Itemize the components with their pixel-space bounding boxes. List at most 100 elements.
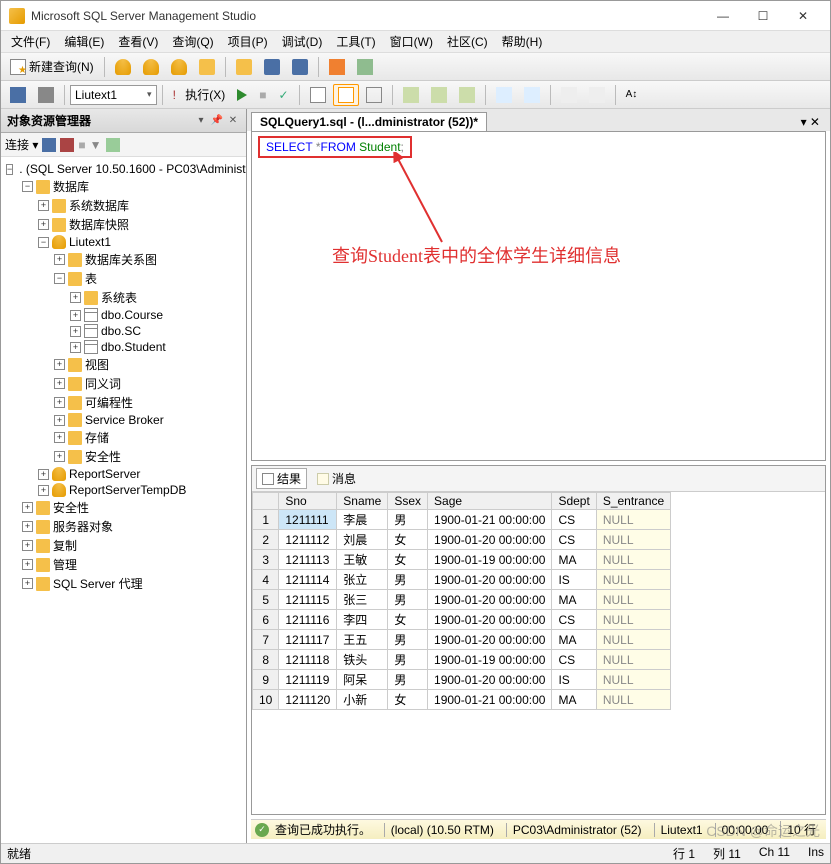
tb-save[interactable] [259, 56, 285, 78]
column-header[interactable]: S_entrance [596, 493, 670, 510]
table-row[interactable]: 101211120小新女1900-01-21 00:00:00MANULL [253, 690, 671, 710]
cell[interactable]: MA [552, 550, 596, 570]
cell[interactable]: 1211113 [279, 550, 337, 570]
tree-security-db[interactable]: +安全性 [3, 447, 244, 466]
connect-icon[interactable] [42, 138, 56, 152]
tb-btn3[interactable] [166, 56, 192, 78]
expand-icon[interactable]: + [54, 451, 65, 462]
table-row[interactable]: 41211114张立男1900-01-20 00:00:00ISNULL [253, 570, 671, 590]
expand-icon[interactable]: − [54, 273, 65, 284]
expand-icon[interactable]: + [54, 432, 65, 443]
expand-icon[interactable]: + [22, 521, 33, 532]
cell[interactable]: 阿呆 [337, 670, 388, 690]
tree-replication[interactable]: +复制 [3, 536, 244, 555]
cell[interactable]: 王敏 [337, 550, 388, 570]
minimize-button[interactable]: — [704, 5, 742, 27]
cell[interactable]: 1211119 [279, 670, 337, 690]
tb-specify[interactable]: A↕ [621, 84, 643, 106]
cell[interactable]: NULL [596, 530, 670, 550]
tree-db-snapshot[interactable]: +数据库快照 [3, 215, 244, 234]
tb-outdent[interactable] [584, 84, 610, 106]
expand-icon[interactable]: + [22, 540, 33, 551]
tree-server-objects[interactable]: +服务器对象 [3, 517, 244, 536]
menu-item[interactable]: 窗口(W) [384, 31, 439, 52]
tb-text[interactable] [333, 84, 359, 106]
expand-icon[interactable]: + [38, 219, 49, 230]
tree-views[interactable]: +视图 [3, 355, 244, 374]
expand-icon[interactable]: + [38, 485, 49, 496]
tree-table-sc[interactable]: +dbo.SC [3, 323, 244, 339]
cell[interactable]: NULL [596, 650, 670, 670]
cell[interactable]: 1900-01-19 00:00:00 [428, 650, 552, 670]
expand-icon[interactable]: − [6, 164, 13, 175]
cell[interactable]: 刘晨 [337, 530, 388, 550]
cell[interactable]: 男 [388, 590, 428, 610]
cell[interactable]: MA [552, 690, 596, 710]
cell[interactable]: MA [552, 590, 596, 610]
cell[interactable]: 男 [388, 630, 428, 650]
cell[interactable]: IS [552, 570, 596, 590]
tree-report-server-temp[interactable]: +ReportServerTempDB [3, 482, 244, 498]
tree-storage[interactable]: +存储 [3, 428, 244, 447]
table-row[interactable]: 21211112刘晨女1900-01-20 00:00:00CSNULL [253, 530, 671, 550]
new-query-button[interactable]: 新建查询(N) [5, 55, 99, 78]
cell[interactable]: MA [552, 630, 596, 650]
cell[interactable]: 小新 [337, 690, 388, 710]
debug-button[interactable] [232, 84, 252, 106]
menu-item[interactable]: 文件(F) [5, 31, 56, 52]
cell[interactable]: IS [552, 670, 596, 690]
menu-item[interactable]: 帮助(H) [496, 31, 549, 52]
tree-system-tables[interactable]: +系统表 [3, 288, 244, 307]
cell[interactable]: 张立 [337, 570, 388, 590]
cell[interactable]: 1211112 [279, 530, 337, 550]
expand-icon[interactable]: + [70, 342, 81, 353]
cell[interactable]: 1900-01-20 00:00:00 [428, 570, 552, 590]
tb-comment[interactable] [491, 84, 517, 106]
tree-programmability[interactable]: +可编程性 [3, 393, 244, 412]
tree-databases[interactable]: −数据库 [3, 177, 244, 196]
expand-icon[interactable]: − [38, 237, 49, 248]
tree-service-broker[interactable]: +Service Broker [3, 412, 244, 428]
cell[interactable]: 1900-01-20 00:00:00 [428, 610, 552, 630]
cell[interactable]: NULL [596, 690, 670, 710]
tree-report-server[interactable]: +ReportServer [3, 466, 244, 482]
expand-icon[interactable]: + [22, 502, 33, 513]
document-tab[interactable]: SQLQuery1.sql - (l...dministrator (52))* [251, 112, 487, 131]
menu-item[interactable]: 社区(C) [441, 31, 494, 52]
tb-stats[interactable] [426, 84, 452, 106]
cell[interactable]: 女 [388, 690, 428, 710]
cell[interactable]: 1900-01-20 00:00:00 [428, 530, 552, 550]
tb-change-conn[interactable] [33, 84, 59, 106]
expand-icon[interactable]: + [54, 359, 65, 370]
cell[interactable]: 1211115 [279, 590, 337, 610]
cell[interactable]: NULL [596, 610, 670, 630]
cell[interactable]: 铁头 [337, 650, 388, 670]
cell[interactable]: 1900-01-21 00:00:00 [428, 510, 552, 530]
parse-button[interactable]: ✓ [274, 84, 294, 106]
column-header[interactable]: Sno [279, 493, 337, 510]
cell[interactable]: 1211118 [279, 650, 337, 670]
expand-icon[interactable]: + [70, 326, 81, 337]
database-combo[interactable]: Liutext1 [70, 85, 157, 105]
execute-button[interactable]: ! 执行(X) [168, 83, 231, 106]
column-header[interactable]: Sdept [552, 493, 596, 510]
tb-btn4[interactable] [194, 56, 220, 78]
menu-item[interactable]: 查询(Q) [166, 31, 219, 52]
maximize-button[interactable]: ☐ [744, 5, 782, 27]
cell[interactable]: 1900-01-19 00:00:00 [428, 550, 552, 570]
tb-reglist[interactable] [352, 56, 378, 78]
expand-icon[interactable]: + [38, 200, 49, 211]
column-header[interactable]: Sage [428, 493, 552, 510]
object-tree[interactable]: −. (SQL Server 10.50.1600 - PC03\Adminis… [1, 157, 246, 843]
table-row[interactable]: 61211116李四女1900-01-20 00:00:00CSNULL [253, 610, 671, 630]
cell[interactable]: 女 [388, 550, 428, 570]
table-row[interactable]: 51211115张三男1900-01-20 00:00:00MANULL [253, 590, 671, 610]
cell[interactable]: CS [552, 530, 596, 550]
panel-dropdown[interactable]: ▾ [194, 115, 208, 127]
cell[interactable]: 李四 [337, 610, 388, 630]
expand-icon[interactable]: + [54, 397, 65, 408]
expand-icon[interactable]: + [54, 254, 65, 265]
cell[interactable]: 李晨 [337, 510, 388, 530]
table-row[interactable]: 71211117王五男1900-01-20 00:00:00MANULL [253, 630, 671, 650]
tree-table-student[interactable]: +dbo.Student [3, 339, 244, 355]
